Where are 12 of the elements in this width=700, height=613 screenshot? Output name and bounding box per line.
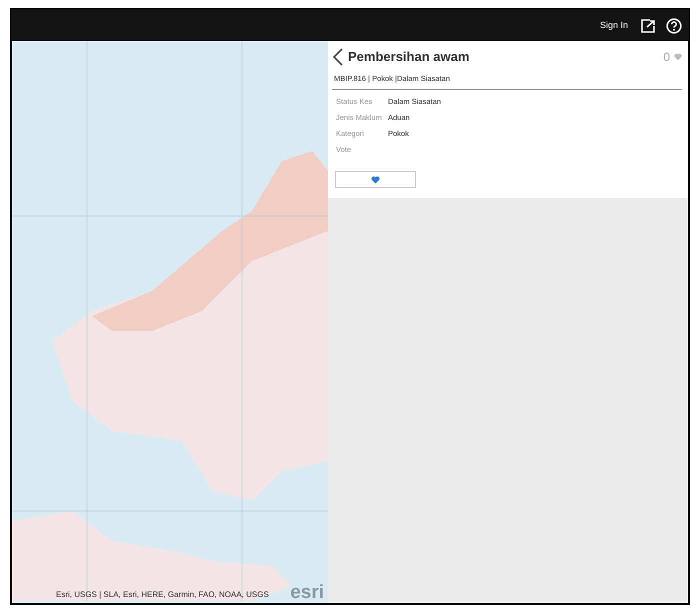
panel-title: Pembersihan awam [348, 48, 470, 66]
share-icon[interactable] [640, 18, 656, 34]
heart-icon [371, 176, 380, 184]
heart-icon [674, 53, 682, 61]
sign-in-link[interactable]: Sign In [598, 16, 630, 34]
back-icon[interactable] [332, 47, 344, 67]
map-view[interactable]: Esri, USGS | SLA, Esri, HERE, Garmin, FAO, NOAA, USGS esri [12, 41, 328, 603]
help-icon[interactable] [666, 18, 682, 34]
map-attribution: Esri, USGS | SLA, Esri, HERE, Garmin, FAO, NOAA, USGS [56, 589, 269, 601]
esri-logo: esri [290, 583, 324, 602]
vote-count: 0 [663, 49, 670, 66]
vote-button[interactable] [335, 171, 416, 188]
